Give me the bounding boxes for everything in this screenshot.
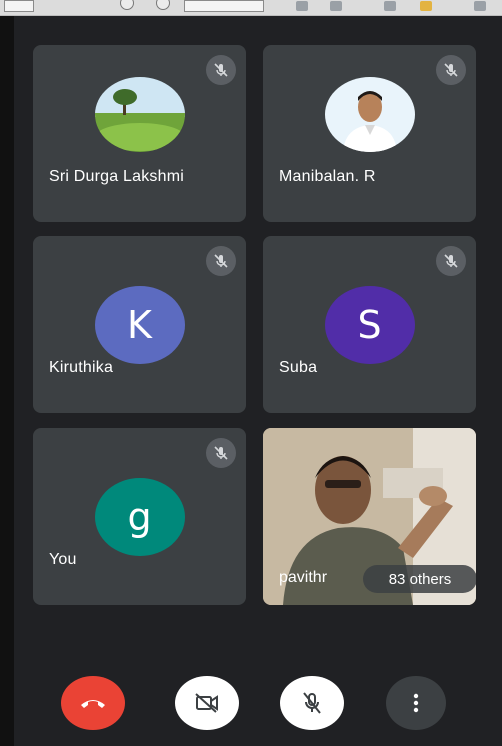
participant-name: You: [49, 551, 77, 568]
others-count-chip[interactable]: 83 others: [363, 565, 476, 593]
mic-off-icon: [206, 246, 236, 276]
participant-tile[interactable]: K Kiruthika: [33, 236, 246, 413]
more-vert-icon: [413, 693, 419, 713]
window-edge: [0, 16, 14, 746]
participant-name: Suba: [279, 359, 318, 376]
mic-toggle-button[interactable]: [280, 676, 344, 730]
end-call-button[interactable]: [61, 676, 125, 730]
participant-name: Manibalan. R: [279, 168, 376, 185]
participant-name: Kiruthika: [49, 359, 114, 376]
participant-tile[interactable]: g You: [33, 428, 246, 605]
camera-off-icon: [195, 693, 218, 713]
mic-off-icon: [206, 55, 236, 85]
participant-tile[interactable]: Sri Durga Lakshmi: [33, 45, 246, 222]
landscape-photo-icon: [94, 77, 185, 152]
toolbar-icon[interactable]: [330, 1, 342, 11]
participant-name: Sri Durga Lakshmi: [49, 168, 185, 185]
phone-hangup-icon: [81, 700, 105, 708]
browser-toolbar: [0, 0, 502, 16]
camera-toggle-button[interactable]: [175, 676, 239, 730]
toolbar-field[interactable]: [4, 0, 34, 12]
participant-tile[interactable]: Manibalan. R: [263, 45, 476, 222]
participant-tile[interactable]: S Suba: [263, 236, 476, 413]
toolbar-icon[interactable]: [474, 1, 486, 11]
toolbar-button[interactable]: [156, 0, 170, 10]
mic-off-icon: [436, 246, 466, 276]
video-tile[interactable]: pavithr 83 others: [263, 428, 476, 605]
mic-off-icon: [436, 55, 466, 85]
toolbar-icon[interactable]: [384, 1, 396, 11]
toolbar-field[interactable]: [184, 0, 264, 12]
toolbar-button[interactable]: [120, 0, 134, 10]
avatar: g: [94, 477, 185, 556]
mic-off-icon: [206, 438, 236, 468]
avatar: K: [94, 285, 185, 364]
toolbar-icon[interactable]: [420, 1, 432, 11]
toolbar-icon[interactable]: [296, 1, 308, 11]
more-options-button[interactable]: [386, 676, 446, 730]
participant-name: pavithr: [279, 569, 328, 586]
mic-off-icon: [303, 692, 321, 714]
call-controls: [0, 676, 502, 740]
person-photo-icon: [324, 77, 415, 152]
avatar: S: [324, 285, 415, 364]
